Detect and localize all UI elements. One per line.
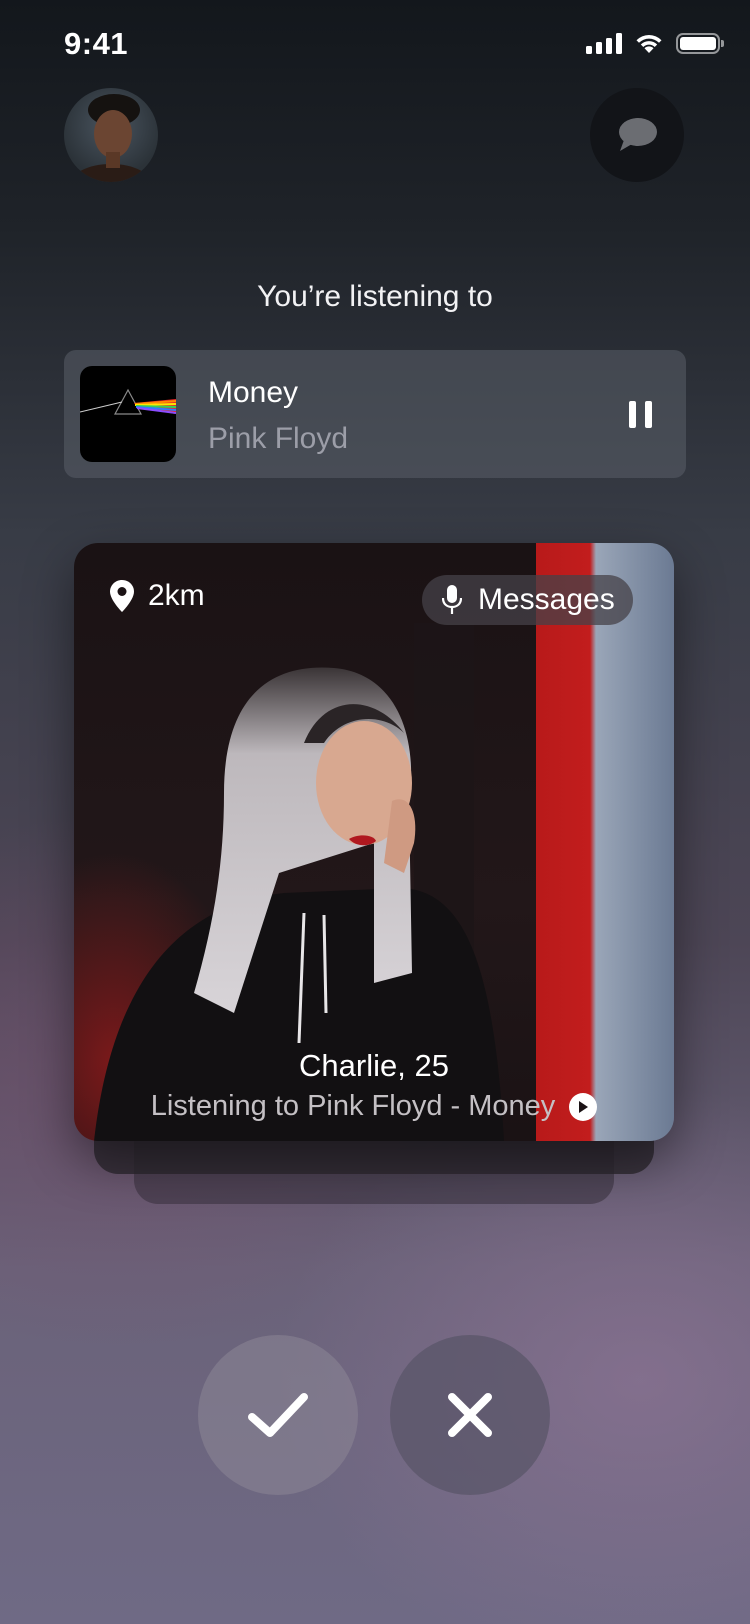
voice-messages-label: Messages — [478, 583, 615, 616]
profile-listening-text: Listening to Pink Floyd - Money — [150, 1090, 556, 1122]
profile-listening-row: Listening to Pink Floyd - Money — [74, 1090, 674, 1123]
pause-button[interactable] — [612, 386, 668, 442]
microphone-icon — [442, 585, 462, 614]
profile-name-age: Charlie, 25 — [299, 1048, 449, 1083]
avatar-portrait — [69, 94, 153, 182]
track-artist: Pink Floyd — [208, 422, 349, 455]
close-icon — [448, 1393, 492, 1437]
card-caption: Charlie, 25 Listening to Pink Floyd - Mo… — [74, 1048, 674, 1123]
prism-icon — [80, 388, 176, 415]
play-icon — [579, 1100, 589, 1113]
profile-card[interactable]: 2km Messages Charlie, 25 Listening to Pi… — [74, 543, 674, 1141]
accept-button[interactable] — [198, 1335, 358, 1495]
chat-button[interactable] — [590, 88, 684, 182]
status-bar: 9:41 — [0, 0, 750, 90]
voice-messages-button[interactable]: Messages — [422, 575, 633, 625]
chat-bubble-icon — [619, 118, 657, 151]
album-art — [80, 366, 176, 462]
cellular-signal-icon — [586, 32, 622, 54]
status-time: 9:41 — [64, 26, 129, 61]
battery-icon — [676, 32, 724, 54]
track-title: Money — [208, 376, 299, 409]
distance-label: 2km — [148, 579, 205, 612]
pause-icon-bar — [628, 400, 636, 428]
wifi-icon — [636, 35, 662, 53]
user-avatar[interactable] — [64, 88, 158, 182]
distance-indicator: 2km — [110, 579, 205, 613]
pause-icon-bar — [644, 400, 652, 428]
location-pin-icon — [110, 580, 134, 612]
checkmark-icon — [248, 1393, 308, 1437]
play-preview-button[interactable] — [569, 1092, 598, 1121]
reject-button[interactable] — [390, 1335, 550, 1495]
now-playing-card[interactable]: Money Pink Floyd — [64, 350, 686, 478]
status-icons — [586, 32, 724, 54]
listening-label: You’re listening to — [257, 280, 493, 313]
